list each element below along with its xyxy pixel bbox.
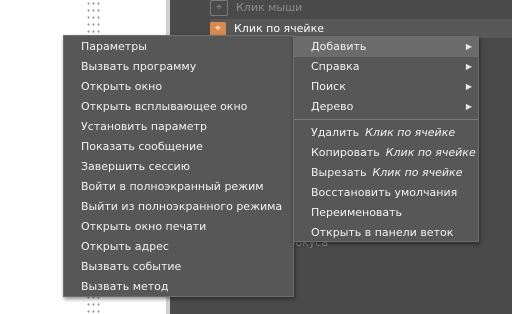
submenu-arrow-icon: ▶	[465, 82, 472, 91]
menu-item-label: Добавить	[311, 40, 367, 53]
submenu-arrow-icon: ▶	[465, 62, 472, 71]
event-icon: ⌖	[210, 21, 226, 36]
menu-item-object: Клик по ячейке	[365, 126, 456, 139]
menu-item-label: Справка	[311, 60, 360, 73]
event-icon: ⌖	[210, 0, 228, 16]
menu-separator	[294, 119, 478, 120]
menu-item-enter-fullscreen[interactable]: Войти в полноэкранный режим	[64, 177, 293, 197]
menu-item-open-in-tree-panel[interactable]: Открыть в панели веток	[294, 223, 478, 243]
menu-item-object: Клик по ячейке	[372, 166, 463, 179]
menu-item-open-address[interactable]: Открыть адрес	[64, 237, 293, 257]
menu-item-call-program[interactable]: Вызвать программу	[64, 57, 293, 77]
menu-item-delete[interactable]: Удалить Клик по ячейке	[294, 123, 478, 143]
menu-item-end-session[interactable]: Завершить сессию	[64, 157, 293, 177]
menu-item-copy[interactable]: Копировать Клик по ячейке	[294, 143, 478, 163]
menu-item-search[interactable]: Поиск ▶	[294, 77, 478, 97]
menu-item-label: Удалить	[311, 126, 360, 139]
menu-item-open-print-window[interactable]: Открыть окно печати	[64, 217, 293, 237]
menu-item-restore-defaults[interactable]: Восстановить умолчания	[294, 183, 478, 203]
menu-item-label: Вырезать	[311, 166, 367, 179]
menu-item-help[interactable]: Справка ▶	[294, 57, 478, 77]
menu-item-cut[interactable]: Вырезать Клик по ячейке	[294, 163, 478, 183]
menu-item-exit-fullscreen[interactable]: Выйти из полноэкранного режима	[64, 197, 293, 217]
menu-item-call-event[interactable]: Вызвать событие	[64, 257, 293, 277]
menu-item-label: Копировать	[311, 146, 380, 159]
menu-item-call-method[interactable]: Вызвать метод	[64, 277, 293, 297]
context-menu: Добавить ▶ Справка ▶ Поиск ▶ Дерево ▶ Уд…	[293, 36, 479, 242]
menu-item-add[interactable]: Добавить ▶	[294, 37, 478, 57]
menu-item-object: Клик по ячейке	[385, 146, 476, 159]
tree-row-label: Клик по ячейке	[234, 22, 324, 35]
submenu-arrow-icon: ▶	[465, 102, 472, 111]
menu-item-parameters[interactable]: Параметры	[64, 37, 293, 57]
submenu-arrow-icon: ▶	[465, 42, 472, 51]
menu-item-open-popup[interactable]: Открыть всплывающее окно	[64, 97, 293, 117]
menu-item-show-message[interactable]: Показать сообщение	[64, 137, 293, 157]
menu-item-set-parameter[interactable]: Установить параметр	[64, 117, 293, 137]
add-action-submenu: Параметры Вызвать программу Открыть окно…	[63, 35, 294, 297]
tree-row-label: Клик мыши	[236, 1, 303, 14]
menu-item-open-window[interactable]: Открыть окно	[64, 77, 293, 97]
menu-item-label: Поиск	[311, 80, 346, 93]
tree-row-mouse-click[interactable]: ⌖ Клик мыши	[210, 0, 512, 17]
menu-item-tree[interactable]: Дерево ▶	[294, 97, 478, 117]
menu-item-label: Дерево	[311, 100, 354, 113]
menu-item-rename[interactable]: Переименовать	[294, 203, 478, 223]
